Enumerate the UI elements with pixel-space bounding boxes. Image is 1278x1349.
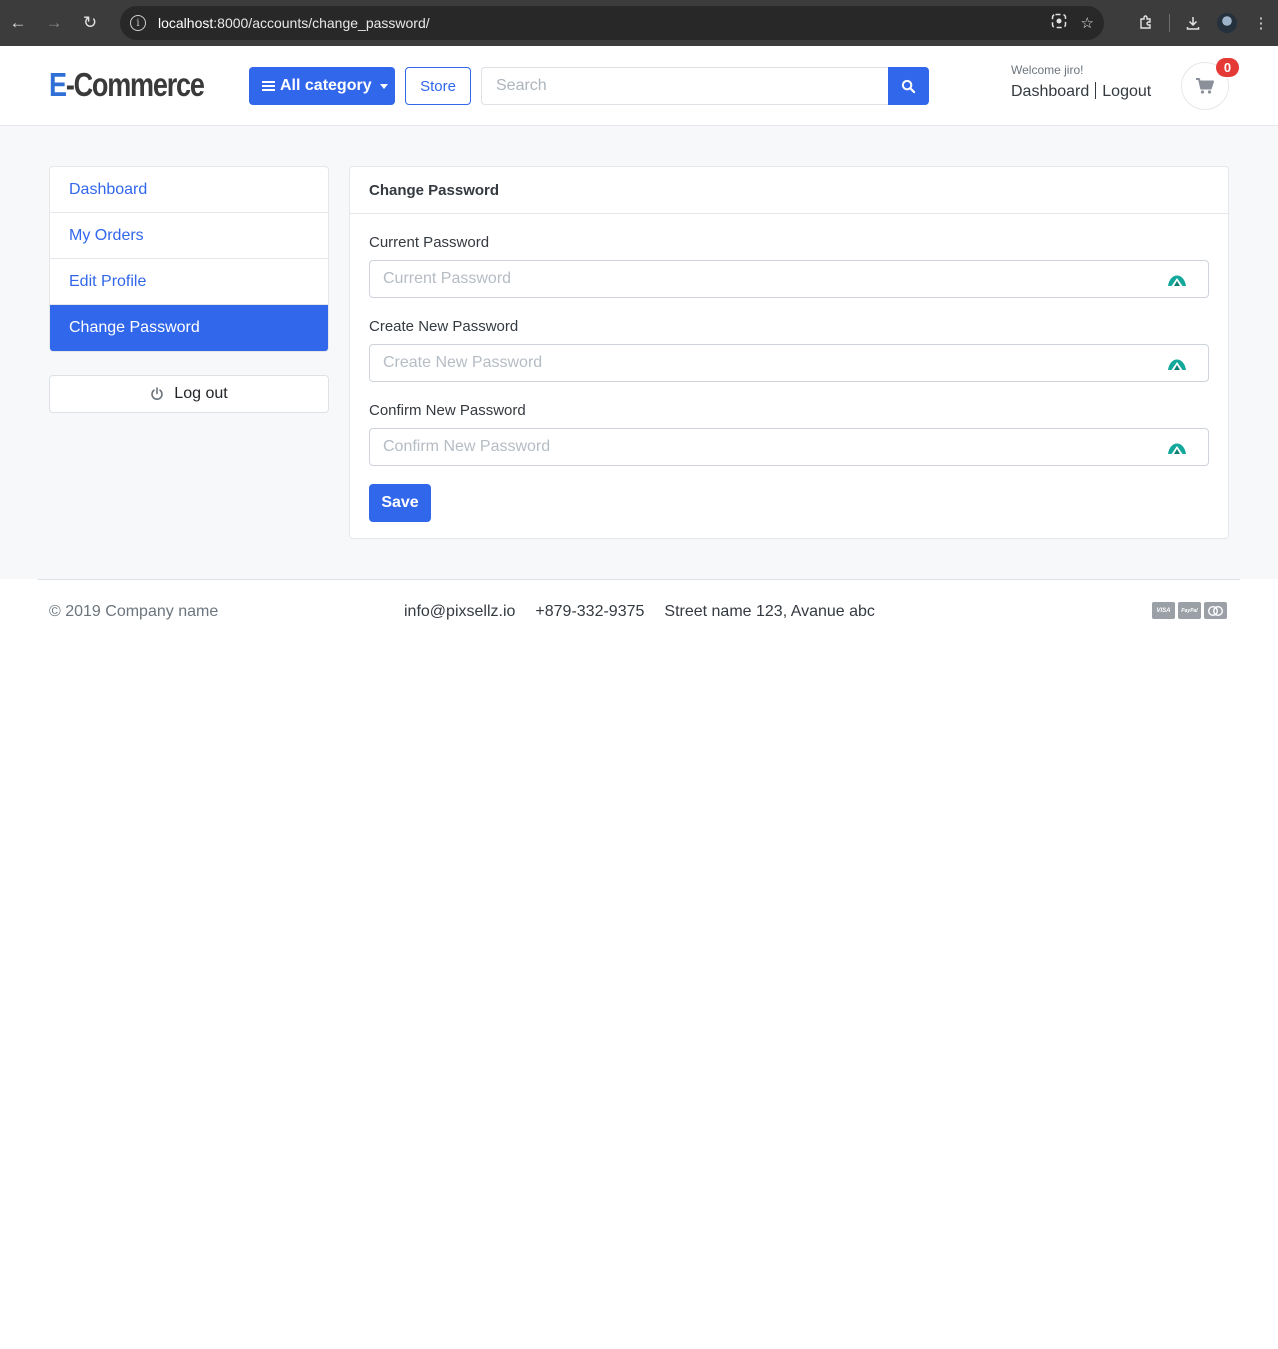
- search-input[interactable]: [481, 67, 889, 105]
- browser-toolbar: ← → ↻ i localhost:8000/accounts/change_p…: [0, 0, 1278, 46]
- visa-icon: VISA: [1152, 602, 1175, 619]
- forward-icon[interactable]: →: [36, 0, 72, 46]
- reload-icon[interactable]: ↻: [72, 0, 108, 46]
- new-password-input[interactable]: [369, 344, 1209, 382]
- password-manager-icon[interactable]: [1167, 354, 1187, 372]
- confirm-password-group: [369, 428, 1209, 466]
- store-button[interactable]: Store: [405, 67, 471, 105]
- all-category-label: All category: [280, 77, 372, 94]
- site-footer: © 2019 Company name info@pixsellz.io +879…: [0, 579, 1278, 649]
- current-password-group: [369, 260, 1209, 298]
- dashboard-link[interactable]: Dashboard: [1011, 83, 1089, 100]
- account-menu: Dashboard My Orders Edit Profile Change …: [49, 166, 329, 352]
- footer-address: Street name 123, Avanue abc: [664, 603, 875, 620]
- extensions-icon[interactable]: [1129, 0, 1163, 46]
- card-title: Change Password: [350, 167, 1228, 214]
- current-password-label: Current Password: [369, 234, 490, 251]
- change-password-card: Change Password Current Password Create …: [349, 166, 1229, 539]
- paypal-icon: PayPal: [1178, 602, 1201, 619]
- password-manager-icon[interactable]: [1167, 438, 1187, 456]
- downloads-icon[interactable]: [1176, 0, 1210, 46]
- confirm-password-label: Confirm New Password: [369, 402, 526, 419]
- sidebar-item-my-orders[interactable]: My Orders: [50, 213, 328, 259]
- save-button[interactable]: Save: [369, 484, 431, 522]
- copyright-text: © 2019 Company name: [49, 603, 219, 620]
- cart-count-badge: 0: [1216, 58, 1239, 77]
- account-sidebar: Dashboard My Orders Edit Profile Change …: [49, 166, 329, 413]
- address-bar[interactable]: i localhost:8000/accounts/change_passwor…: [120, 6, 1104, 40]
- site-info-icon[interactable]: i: [130, 15, 146, 31]
- user-links: Dashboard Logout: [1011, 82, 1151, 101]
- search-icon: [901, 79, 916, 93]
- profile-avatar-icon[interactable]: [1210, 0, 1244, 46]
- cart-icon: [1196, 78, 1214, 94]
- toolbar-divider: [1169, 14, 1170, 32]
- caret-down-icon: [379, 83, 388, 89]
- new-password-label: Create New Password: [369, 318, 519, 335]
- password-manager-icon[interactable]: [1167, 270, 1187, 288]
- url-text[interactable]: localhost:8000/accounts/change_password/: [158, 15, 430, 31]
- logout-link[interactable]: Logout: [1102, 83, 1151, 100]
- lens-icon[interactable]: [1051, 13, 1067, 33]
- confirm-password-input[interactable]: [369, 428, 1209, 466]
- footer-email[interactable]: info@pixsellz.io: [404, 603, 515, 620]
- brand-logo[interactable]: E-Commerce: [49, 66, 205, 104]
- footer-phone[interactable]: +879-332-9375: [535, 603, 644, 620]
- sidebar-item-change-password[interactable]: Change Password: [50, 305, 328, 351]
- back-icon[interactable]: ←: [0, 0, 36, 46]
- brand-rest: -Commerce: [65, 66, 205, 103]
- footer-contacts: info@pixsellz.io +879-332-9375 Street name…: [404, 603, 895, 621]
- payment-methods: VISA PayPal: [1152, 602, 1227, 619]
- power-icon: [150, 387, 164, 401]
- url-path: :8000/accounts/change_password/: [213, 15, 430, 31]
- account-section: Dashboard My Orders Edit Profile Change …: [0, 126, 1278, 579]
- all-category-button[interactable]: All category: [249, 67, 395, 105]
- url-host: localhost: [158, 15, 214, 31]
- current-password-input[interactable]: [369, 260, 1209, 298]
- site-header: E-Commerce All category Store Welcome ji…: [0, 46, 1278, 126]
- welcome-text: Welcome jiro!: [1011, 63, 1084, 77]
- link-divider: [1095, 82, 1097, 99]
- change-password-form: Current Password Create New Password Con…: [350, 214, 1228, 542]
- logout-button[interactable]: Log out: [49, 375, 329, 413]
- new-password-group: [369, 344, 1209, 382]
- bookmark-star-icon[interactable]: ☆: [1081, 14, 1094, 32]
- search-button[interactable]: [888, 67, 929, 105]
- kebab-menu-icon[interactable]: ⋮: [1244, 0, 1278, 46]
- logout-label: Log out: [174, 385, 228, 402]
- brand-prefix: E: [49, 66, 67, 103]
- mastercard-icon: [1204, 602, 1227, 619]
- footer-divider: [38, 579, 1240, 580]
- hamburger-icon: [262, 79, 275, 93]
- sidebar-item-edit-profile[interactable]: Edit Profile: [50, 259, 328, 305]
- sidebar-item-dashboard[interactable]: Dashboard: [50, 167, 328, 213]
